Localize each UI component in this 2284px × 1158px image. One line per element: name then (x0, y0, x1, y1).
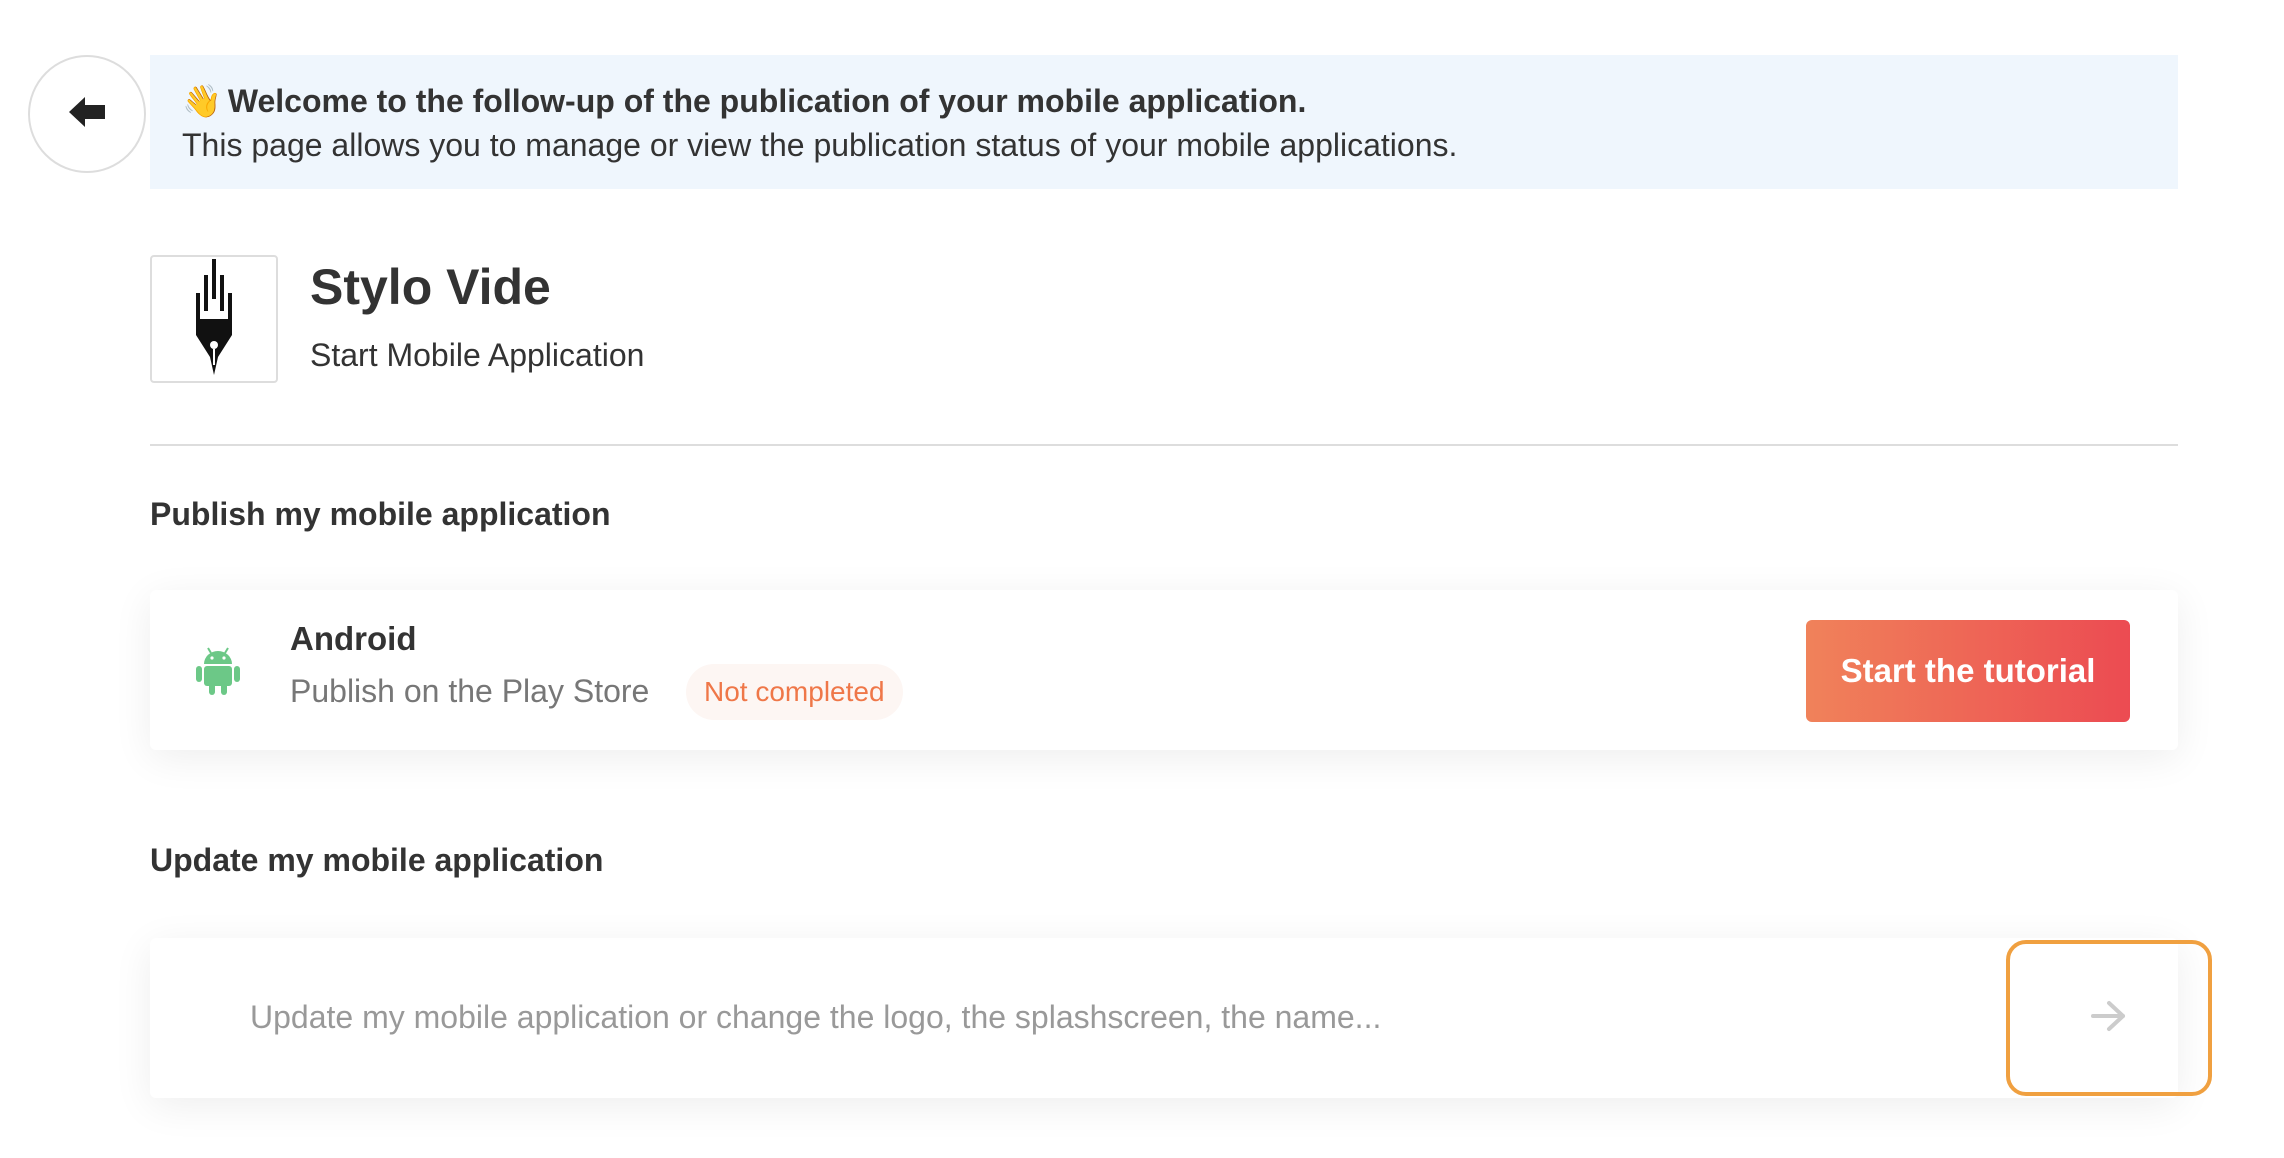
welcome-banner: 👋 Welcome to the follow-up of the publica… (150, 55, 2178, 189)
app-type: Start Mobile Application (310, 337, 645, 373)
divider (150, 444, 2178, 446)
platform-name: Android (290, 620, 417, 657)
update-section-title: Update my mobile application (150, 842, 604, 878)
update-arrow-button[interactable] (2006, 940, 2212, 1096)
arrow-left-icon (67, 94, 107, 135)
platform-description: Publish on the Play Store (290, 673, 650, 709)
arrow-right-icon (2089, 998, 2129, 1039)
start-tutorial-button[interactable]: Start the tutorial (1806, 620, 2130, 722)
update-description: Update my mobile application or change t… (250, 999, 1382, 1035)
update-card[interactable]: Update my mobile application or change t… (150, 938, 2178, 1098)
status-badge: Not completed (686, 664, 903, 720)
app-logo (150, 255, 278, 383)
wave-emoji: 👋 (182, 83, 222, 119)
back-button[interactable] (28, 55, 146, 173)
android-publish-card: Android Publish on the Play Store Not co… (150, 590, 2178, 750)
app-name: Stylo Vide (310, 259, 551, 315)
fountain-pen-icon (184, 257, 244, 382)
publish-section-title: Publish my mobile application (150, 496, 611, 532)
banner-description: This page allows you to manage or view t… (182, 127, 1458, 163)
banner-title: Welcome to the follow-up of the publicat… (227, 83, 1307, 119)
android-icon (196, 644, 240, 701)
